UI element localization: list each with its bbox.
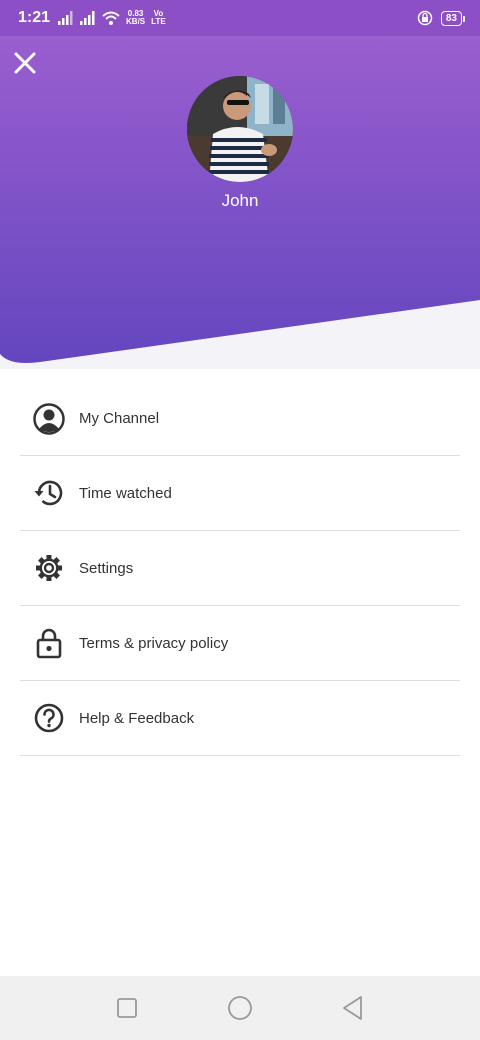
status-time: 1:21 xyxy=(18,9,51,26)
profile-name: John xyxy=(221,191,259,210)
close-button[interactable] xyxy=(10,48,40,78)
status-icons-right: 83 xyxy=(417,10,466,26)
home-button[interactable] xyxy=(220,988,260,1028)
battery-indicator: 83 xyxy=(440,10,466,26)
menu-item-help[interactable]: Help & Feedback xyxy=(20,681,460,756)
help-circle-icon xyxy=(34,703,64,733)
signal-icon xyxy=(80,11,95,25)
menu-item-terms[interactable]: Terms & privacy policy xyxy=(20,606,460,681)
system-nav-bar xyxy=(0,976,480,1040)
square-icon xyxy=(116,998,137,1018)
volte-indicator: Vo LTE xyxy=(151,9,166,26)
gear-icon xyxy=(36,555,62,581)
menu-item-label: Time watched xyxy=(79,484,172,502)
menu-item-label: Terms & privacy policy xyxy=(79,634,229,652)
wifi-icon xyxy=(102,11,120,25)
menu-item-label: My Channel xyxy=(79,410,160,427)
menu-item-time-watched[interactable]: Time watched xyxy=(20,456,460,531)
signal-icon xyxy=(58,11,73,25)
menu-item-settings[interactable]: Settings xyxy=(20,531,460,606)
rotation-lock-icon xyxy=(417,10,433,26)
network-speed: 0.83 KB/S xyxy=(126,9,146,26)
lock-icon xyxy=(36,628,62,659)
recents-button[interactable] xyxy=(107,988,147,1028)
status-bar: 1:21 0.83 KB/S Vo LTE 83 xyxy=(0,0,480,36)
menu-item-label: Settings xyxy=(79,559,134,577)
back-triangle-icon xyxy=(343,996,363,1020)
history-icon xyxy=(34,480,63,506)
status-icons-left: 0.83 KB/S Vo LTE xyxy=(58,10,166,26)
avatar[interactable] xyxy=(187,76,293,182)
close-icon xyxy=(14,52,36,74)
menu-item-my-channel[interactable]: My Channel xyxy=(20,382,460,456)
user-photo xyxy=(187,76,293,182)
circle-icon xyxy=(228,996,252,1020)
account-circle-icon xyxy=(33,402,65,435)
back-button[interactable] xyxy=(333,988,373,1028)
profile-header: John xyxy=(0,36,480,369)
menu-item-label: Help & Feedback xyxy=(79,709,195,727)
profile-menu: My Channel Time watched Settings Terms &… xyxy=(0,382,480,756)
